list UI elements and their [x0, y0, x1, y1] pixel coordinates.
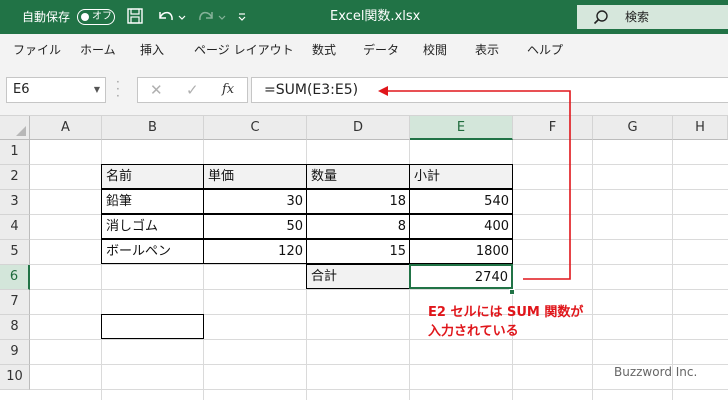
fill-handle[interactable] — [509, 289, 515, 295]
select-all-icon — [16, 126, 26, 136]
toggle-knob — [81, 12, 89, 21]
credit-watermark: Buzzword Inc. — [614, 365, 698, 379]
col-header-h[interactable]: H — [673, 116, 728, 140]
col-header-f[interactable]: F — [513, 116, 593, 140]
cell-d3[interactable]: 18 — [306, 189, 410, 214]
menu-formulas[interactable]: 数式 — [312, 34, 336, 66]
name-box-value: E6 — [13, 82, 30, 97]
row-header-4[interactable]: 4 — [0, 215, 30, 240]
cell-b2[interactable]: 名前 — [101, 164, 204, 189]
col-header-b[interactable]: B — [102, 116, 204, 140]
cell-d6[interactable]: 合計 — [306, 264, 410, 289]
annotation-text: E2 セルには SUM 関数が 入力されている — [428, 303, 583, 341]
window-title: Excel関数.xlsx — [330, 9, 421, 24]
name-box[interactable]: E6 ▼ — [6, 77, 106, 103]
enter-icon[interactable]: ✓ — [186, 78, 199, 102]
spreadsheet-grid: A B C D E F G H 1 2 3 4 5 6 7 8 9 10 名前 … — [0, 116, 728, 400]
row-header-1[interactable]: 1 — [0, 140, 30, 165]
select-all-corner[interactable] — [0, 116, 30, 140]
grip-icon[interactable]: · · · — [116, 76, 122, 102]
row-header-2[interactable]: 2 — [0, 165, 30, 190]
insert-function-icon[interactable]: fx — [222, 78, 234, 102]
autosave-state: オフ — [92, 11, 112, 22]
cancel-icon[interactable]: ✕ — [150, 78, 163, 102]
chevron-down-icon[interactable] — [236, 0, 248, 34]
cell-e2[interactable]: 小計 — [409, 164, 513, 189]
col-header-a[interactable]: A — [30, 116, 102, 140]
search-icon — [593, 9, 609, 29]
col-header-c[interactable]: C — [204, 116, 307, 140]
menu-home[interactable]: ホーム — [80, 34, 116, 66]
row-header-6[interactable]: 6 — [0, 265, 30, 290]
menu-review[interactable]: 校閲 — [423, 34, 447, 66]
cell-e4[interactable]: 400 — [409, 214, 513, 239]
menu-page-layout[interactable]: ページ レイアウト — [194, 34, 294, 66]
menu-insert[interactable]: 挿入 — [140, 34, 164, 66]
row-header-7[interactable]: 7 — [0, 290, 30, 315]
row-header-9[interactable]: 9 — [0, 340, 30, 365]
cell-c5[interactable]: 120 — [203, 239, 307, 264]
cell-d5[interactable]: 15 — [306, 239, 410, 264]
menu-data[interactable]: データ — [363, 34, 399, 66]
row-header-8[interactable]: 8 — [0, 315, 30, 340]
menu-view[interactable]: 表示 — [475, 34, 499, 66]
row-header-3[interactable]: 3 — [0, 190, 30, 215]
undo-dropdown-icon[interactable] — [177, 0, 187, 34]
row-header-5[interactable]: 5 — [0, 240, 30, 265]
redo-dropdown-icon[interactable] — [217, 0, 227, 34]
cell-b4[interactable]: 消しゴム — [101, 214, 204, 239]
formula-buttons: ✕ ✓ fx — [137, 77, 248, 103]
cell-d2[interactable]: 数量 — [306, 164, 410, 189]
gridline — [672, 140, 673, 400]
cell-c2[interactable]: 単価 — [203, 164, 307, 189]
formula-bar-area: E6 ▼ · · · ✕ ✓ fx =SUM(E3:E5) — [0, 66, 728, 116]
search-box[interactable]: 検索 — [577, 5, 728, 29]
col-header-e[interactable]: E — [410, 116, 513, 140]
name-box-dropdown-icon[interactable]: ▼ — [94, 78, 100, 102]
annotation-line-1: E2 セルには SUM 関数が — [428, 305, 584, 320]
formula-input[interactable]: =SUM(E3:E5) — [251, 77, 728, 103]
autosave-label: 自動保存 — [22, 10, 71, 24]
cell-c4[interactable]: 50 — [203, 214, 307, 239]
undo-icon[interactable] — [156, 0, 176, 34]
menu-bar: ファイル ホーム 挿入 ページ レイアウト 数式 データ 校閲 表示 ヘルプ — [0, 34, 728, 66]
row-header-10[interactable]: 10 — [0, 365, 30, 390]
gridline — [30, 289, 728, 290]
title-bar: 自動保存 オフ Excel関数.xlsx 検索 — [0, 0, 728, 34]
cell-c3[interactable]: 30 — [203, 189, 307, 214]
menu-file[interactable]: ファイル — [13, 34, 61, 66]
col-header-g[interactable]: G — [593, 116, 673, 140]
save-icon[interactable] — [126, 0, 144, 34]
cell-e6-active[interactable]: 2740 — [409, 264, 513, 289]
cell-e3[interactable]: 540 — [409, 189, 513, 214]
gridline — [30, 339, 728, 340]
search-placeholder: 検索 — [625, 10, 650, 24]
autosave-toggle[interactable]: オフ — [77, 9, 115, 25]
cell-d4[interactable]: 8 — [306, 214, 410, 239]
cell-b8[interactable] — [101, 314, 204, 339]
menu-help[interactable]: ヘルプ — [527, 34, 563, 66]
cell-b5[interactable]: ボールペン — [101, 239, 204, 264]
redo-icon[interactable] — [196, 0, 216, 34]
col-header-d[interactable]: D — [307, 116, 410, 140]
gridline — [30, 389, 728, 390]
gridline — [592, 140, 593, 400]
annotation-line-2: 入力されている — [428, 324, 519, 339]
cell-e5[interactable]: 1800 — [409, 239, 513, 264]
cell-b3[interactable]: 鉛筆 — [101, 189, 204, 214]
